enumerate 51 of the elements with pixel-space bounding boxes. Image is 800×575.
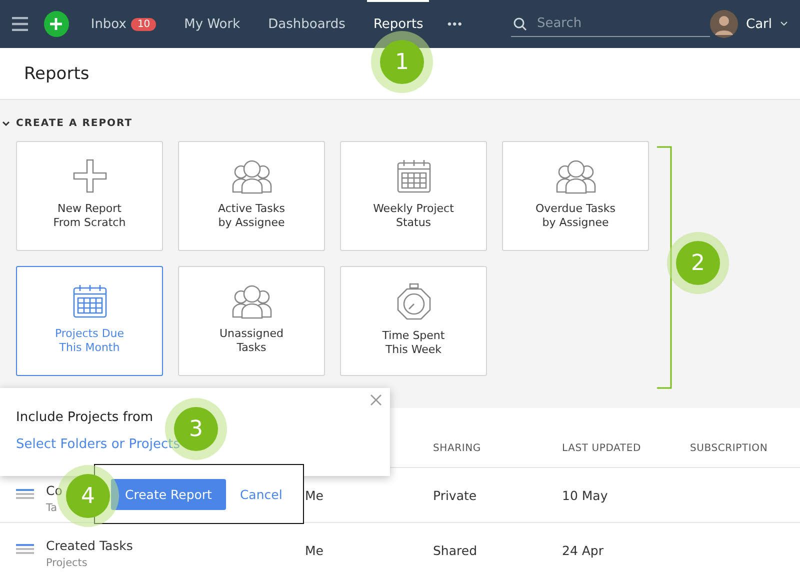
- search-icon: [512, 16, 527, 30]
- column-header: LAST UPDATED: [562, 443, 642, 454]
- page-title: Reports: [24, 64, 90, 84]
- search-field[interactable]: Search: [510, 11, 710, 37]
- report-type: Ta: [46, 502, 58, 514]
- user-name[interactable]: Carl: [746, 16, 772, 32]
- count-badge: 10: [131, 18, 156, 30]
- table-cell-text: 24 Apr: [562, 542, 605, 558]
- report-template-card[interactable]: Unassigned Tasks: [178, 266, 325, 376]
- avatar[interactable]: [710, 10, 738, 38]
- report-template-card[interactable]: New Report From Scratch: [16, 141, 163, 251]
- step-number: 1: [380, 40, 424, 84]
- more-button[interactable]: •••: [441, 16, 469, 32]
- report-type: Projects: [46, 556, 88, 568]
- plus-icon: [72, 158, 108, 194]
- menu-icon[interactable]: [12, 17, 28, 31]
- report-name[interactable]: Co: [46, 482, 62, 498]
- add-button[interactable]: [44, 11, 69, 37]
- plus-icon: [49, 17, 64, 31]
- table-icon: [16, 544, 34, 556]
- search-input[interactable]: Search: [534, 15, 705, 32]
- report-template-card[interactable]: Projects Due This Month: [16, 266, 163, 376]
- section-toggle[interactable]: CREATE A REPORT: [2, 118, 133, 129]
- create-report-button[interactable]: Create Report: [111, 478, 226, 510]
- people-icon: [556, 158, 596, 194]
- report-name[interactable]: Created Tasks: [46, 538, 133, 552]
- column-header: SUBSCRIPTION: [690, 443, 769, 454]
- report-template-card[interactable]: Weekly Project Status: [340, 141, 487, 251]
- table-cell-text: Me: [305, 542, 324, 558]
- nav-tab[interactable]: My Work: [184, 14, 240, 34]
- table-cell-text: Me: [305, 488, 324, 502]
- chevron-icon: [2, 120, 10, 126]
- report-template-card[interactable]: Active Tasks by Assignee: [178, 141, 325, 251]
- table-cell-text: Private: [433, 488, 478, 502]
- cancel-link[interactable]: Cancel: [240, 486, 282, 502]
- report-template-card[interactable]: Time Spent This Week: [340, 266, 487, 376]
- report-template-card[interactable]: Overdue Tasks by Assignee: [502, 141, 649, 251]
- calendar-icon: [396, 158, 432, 194]
- nav-tab[interactable]: Inbox 10: [90, 14, 156, 34]
- table-cell-text: Shared: [433, 542, 478, 558]
- table-cell-text: 10 May: [562, 488, 609, 502]
- chevron-down-icon[interactable]: [780, 21, 788, 27]
- nav-tab[interactable]: Dashboards: [268, 14, 346, 34]
- popup-title: Include Projects from: [16, 410, 154, 425]
- calendar-icon: [72, 283, 108, 319]
- people-icon: [232, 158, 272, 194]
- nav-tab[interactable]: Reports: [373, 14, 424, 34]
- people-icon: [232, 283, 272, 319]
- column-header: SHARING: [433, 443, 482, 454]
- stopwatch-icon: [396, 283, 432, 321]
- table-icon: [16, 489, 34, 501]
